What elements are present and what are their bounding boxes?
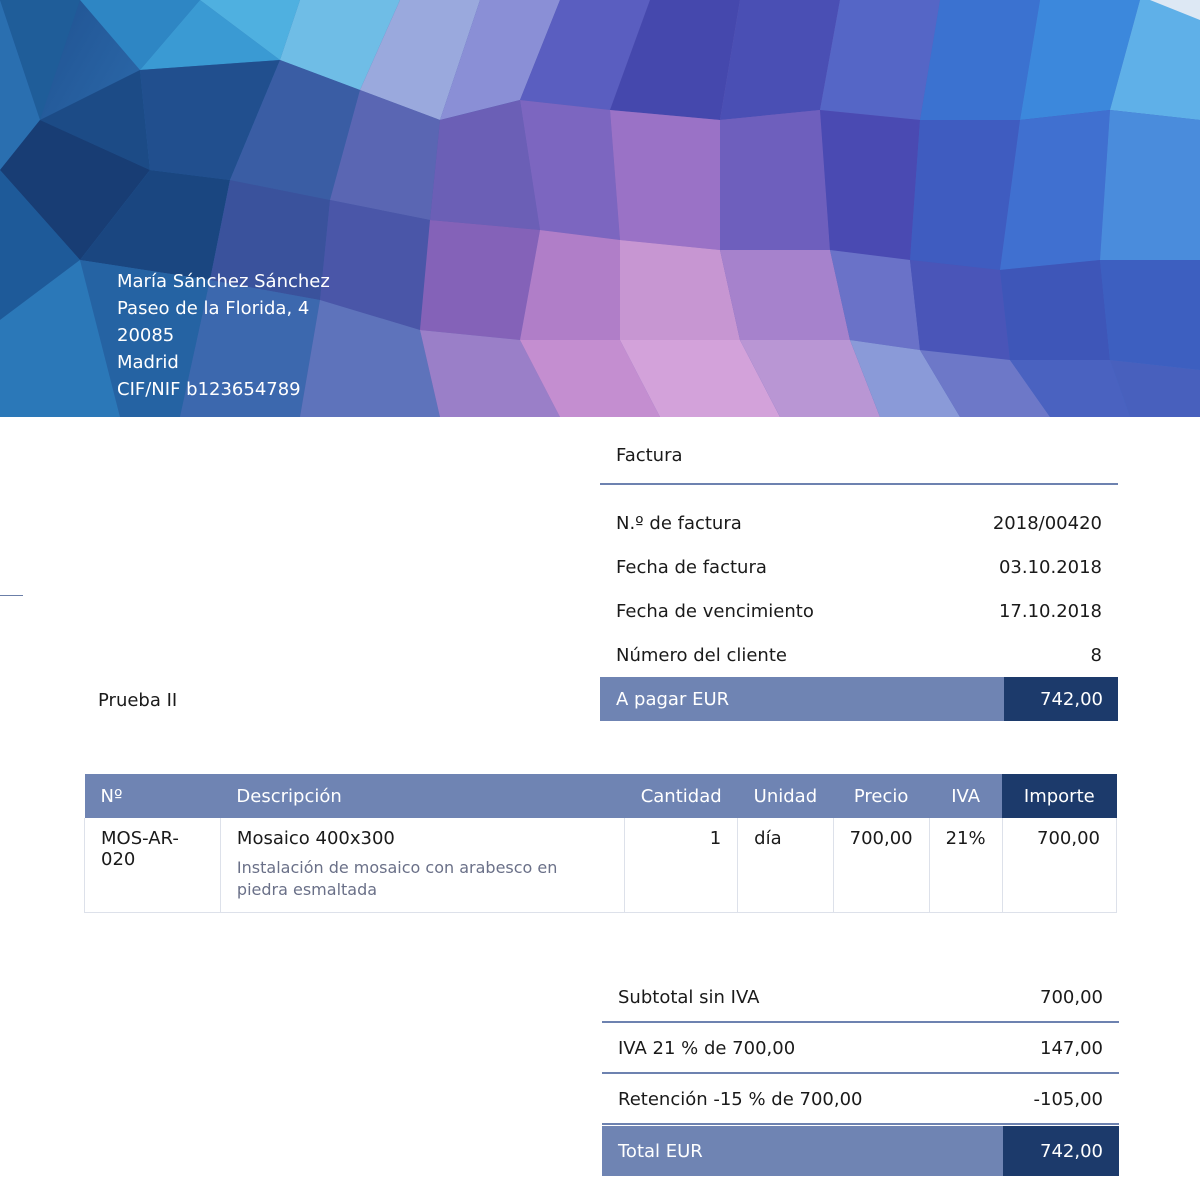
col-number-header: Nº	[84, 774, 221, 818]
total-value: 742,00	[1003, 1126, 1119, 1176]
due-date-label: Fecha de vencimiento	[616, 600, 814, 622]
item-number: MOS-AR-020	[84, 818, 221, 913]
vat-value: 147,00	[1040, 1037, 1103, 1059]
item-vat: 21%	[928, 818, 1003, 913]
totals-block: Subtotal sin IVA 700,00 IVA 21 % de 700,…	[602, 973, 1119, 1176]
client-number-label: Número del cliente	[616, 644, 787, 666]
sender-street: Paseo de la Florida, 4	[117, 298, 310, 319]
item-price: 700,00	[832, 818, 930, 913]
vat-row: IVA 21 % de 700,00 147,00	[602, 1024, 1119, 1074]
item-amount: 700,00	[1001, 818, 1118, 913]
total-label: Total EUR	[602, 1126, 1003, 1176]
header-banner: María Sánchez Sánchez Paseo de la Florid…	[0, 0, 1200, 417]
invoice-date-value: 03.10.2018	[998, 556, 1102, 578]
item-title: Mosaico 400x300	[236, 828, 395, 849]
item-quantity: 1	[624, 818, 739, 913]
col-quantity-header: Cantidad	[624, 774, 738, 818]
col-description-header: Descripción	[220, 774, 625, 818]
sender-address: María Sánchez Sánchez Paseo de la Florid…	[117, 268, 330, 403]
amount-due-value: 742,00	[1004, 677, 1118, 721]
invoice-date-label: Fecha de factura	[616, 556, 767, 578]
invoice-number-value: 2018/00420	[992, 512, 1102, 534]
total-row: Total EUR 742,00	[602, 1126, 1119, 1176]
col-amount-header: Importe	[1002, 774, 1117, 818]
invoice-number-label: N.º de factura	[616, 512, 742, 534]
vat-label: IVA 21 % de 700,00	[618, 1037, 796, 1059]
invoice-meta-row: Fecha de factura 03.10.2018	[600, 545, 1118, 589]
client-name: Prueba II	[98, 690, 178, 711]
withholding-label: Retención -15 % de 700,00	[618, 1088, 863, 1110]
subtotal-label: Subtotal sin IVA	[618, 986, 760, 1008]
item-detail: Instalación de mosaico con arabesco en p…	[236, 858, 558, 899]
items-header-row: Nº Descripción Cantidad Unidad Precio IV…	[84, 774, 1117, 818]
invoice-meta-row: Número del cliente 8	[600, 633, 1118, 677]
items-table: Nº Descripción Cantidad Unidad Precio IV…	[84, 774, 1118, 913]
invoice-meta-row: Fecha de vencimiento 17.10.2018	[600, 589, 1118, 633]
amount-due-row: A pagar EUR 742,00	[600, 677, 1118, 721]
item-description: Mosaico 400x300 Instalación de mosaico c…	[219, 818, 626, 913]
amount-due-label: A pagar EUR	[600, 677, 1004, 721]
invoice-title: Factura	[600, 436, 1118, 485]
fold-mark	[0, 595, 23, 596]
sender-city: Madrid	[117, 352, 179, 373]
table-row: MOS-AR-020 Mosaico 400x300 Instalación d…	[84, 818, 1118, 913]
col-unit-header: Unidad	[737, 774, 834, 818]
sender-name: María Sánchez Sánchez	[117, 271, 330, 292]
col-price-header: Precio	[833, 774, 930, 818]
due-date-value: 17.10.2018	[998, 600, 1102, 622]
invoice-meta-row: N.º de factura 2018/00420	[600, 501, 1118, 545]
client-number-value: 8	[1090, 644, 1102, 666]
item-unit: día	[737, 818, 834, 913]
subtotal-value: 700,00	[1040, 986, 1103, 1008]
invoice-meta: Factura N.º de factura 2018/00420 Fecha …	[600, 436, 1118, 721]
subtotal-row: Subtotal sin IVA 700,00	[602, 973, 1119, 1023]
sender-zip: 20085	[117, 325, 175, 346]
sender-tax-id: CIF/NIF b123654789	[117, 379, 301, 400]
invoice-meta-rows: N.º de factura 2018/00420 Fecha de factu…	[600, 485, 1118, 677]
withholding-value: -105,00	[1033, 1088, 1103, 1110]
withholding-row: Retención -15 % de 700,00 -105,00	[602, 1075, 1119, 1125]
col-vat-header: IVA	[929, 774, 1003, 818]
